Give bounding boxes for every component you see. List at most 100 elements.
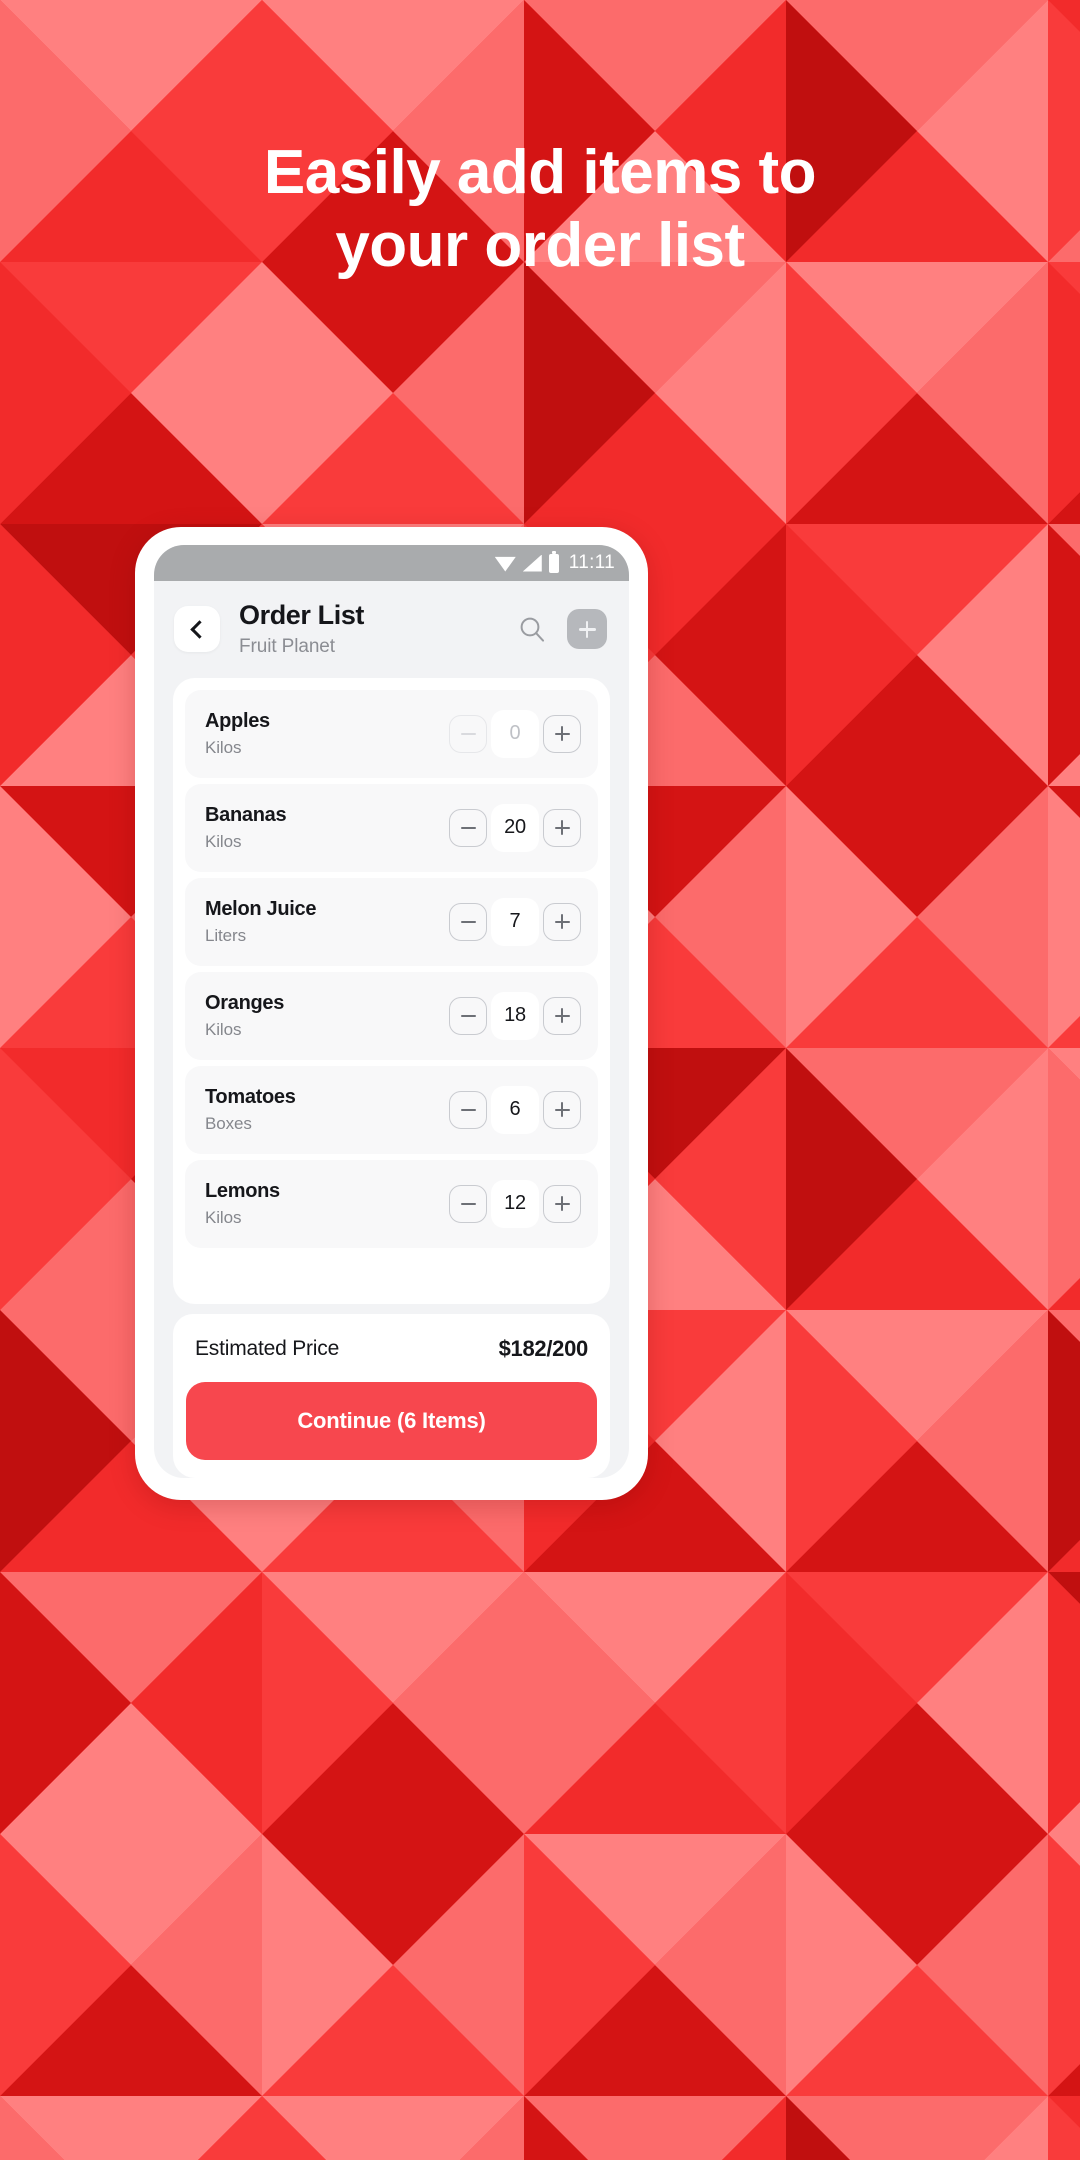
decrement-button[interactable]	[449, 1090, 487, 1129]
bg-triangle	[1048, 2096, 1080, 2160]
bg-triangle	[655, 1310, 786, 1572]
bg-triangle	[131, 262, 262, 524]
bg-triangle	[262, 262, 393, 524]
search-icon	[520, 617, 544, 642]
decrement-button[interactable]	[449, 714, 487, 753]
page-subtitle: Fruit Planet	[239, 635, 335, 657]
quantity-value[interactable]: 6	[491, 1085, 539, 1134]
bg-triangle	[655, 2096, 786, 2160]
bg-triangle	[1048, 1572, 1080, 1834]
bg-triangle	[917, 524, 1048, 786]
bg-triangle	[131, 2096, 262, 2160]
quantity-value[interactable]: 0	[491, 709, 539, 758]
bg-triangle	[0, 2096, 131, 2160]
quantity-value[interactable]: 18	[491, 991, 539, 1040]
bg-triangle	[786, 524, 917, 786]
increment-button[interactable]	[543, 1184, 581, 1223]
bg-triangle	[655, 524, 786, 786]
plus-icon-vertical	[560, 1102, 564, 1118]
bg-triangle	[786, 786, 917, 1048]
order-list-row[interactable]: Oranges Kilos 18	[185, 971, 598, 1060]
row-text: Melon Juice Liters	[205, 898, 449, 946]
item-name: Lemons	[205, 1179, 280, 1202]
quantity-stepper: 20	[449, 803, 581, 852]
item-name: Apples	[205, 709, 270, 732]
phone-mockup: 11:11 Order List Fruit Planet Apples Kilo	[135, 527, 648, 1500]
bg-triangle	[262, 2096, 393, 2160]
bg-triangle	[131, 1834, 262, 2096]
promo-headline: Easily add items to your order list	[0, 136, 1080, 282]
decrement-button[interactable]	[449, 996, 487, 1035]
row-text: Oranges Kilos	[205, 992, 449, 1040]
minus-icon	[460, 1202, 476, 1205]
quantity-stepper: 12	[449, 1179, 581, 1228]
quantity-value[interactable]: 20	[491, 803, 539, 852]
estimated-price-row: Estimated Price $182/200	[173, 1314, 610, 1382]
phone-screen: 11:11 Order List Fruit Planet Apples Kilo	[154, 545, 629, 1478]
headline-line-2: your order list	[335, 211, 745, 281]
increment-button[interactable]	[543, 714, 581, 753]
bg-triangle	[655, 1572, 786, 1834]
increment-button[interactable]	[543, 808, 581, 847]
order-list-row[interactable]: Melon Juice Liters 7	[185, 877, 598, 966]
add-item-button[interactable]	[567, 609, 607, 650]
decrement-button[interactable]	[449, 808, 487, 847]
status-bar-time: 11:11	[568, 552, 615, 573]
bg-triangle	[786, 1834, 917, 2096]
quantity-value[interactable]: 7	[491, 897, 539, 946]
bg-triangle	[1048, 524, 1080, 786]
quantity-stepper: 6	[449, 1085, 581, 1134]
bg-triangle	[786, 262, 917, 524]
back-button[interactable]	[174, 606, 220, 653]
bg-triangle	[655, 786, 786, 1048]
bg-triangle	[655, 1834, 786, 2096]
estimated-price-value: $182/200	[498, 1336, 589, 1361]
row-text: Lemons Kilos	[205, 1180, 449, 1228]
decrement-button[interactable]	[449, 1184, 487, 1223]
bg-triangle	[917, 1834, 1048, 2096]
bg-triangle	[131, 1572, 262, 1834]
item-unit: Liters	[205, 925, 246, 945]
plus-icon-vertical	[585, 620, 589, 638]
decrement-button[interactable]	[449, 902, 487, 941]
bg-triangle	[0, 1834, 131, 2096]
item-name: Bananas	[205, 803, 287, 826]
order-list-row[interactable]: Apples Kilos 0	[185, 689, 598, 778]
search-button[interactable]	[511, 608, 553, 650]
minus-icon	[460, 826, 476, 829]
bg-triangle	[393, 1834, 524, 2096]
bg-triangle	[0, 524, 131, 786]
bg-triangle	[393, 262, 524, 524]
increment-button[interactable]	[543, 902, 581, 941]
app-bar: Order List Fruit Planet	[154, 581, 629, 674]
increment-button[interactable]	[543, 1090, 581, 1129]
order-list-row[interactable]: Bananas Kilos 20	[185, 783, 598, 872]
quantity-value[interactable]: 12	[491, 1179, 539, 1228]
bg-triangle	[0, 1310, 131, 1572]
bg-triangle	[393, 2096, 524, 2160]
increment-button[interactable]	[543, 996, 581, 1035]
bg-triangle	[917, 1572, 1048, 1834]
bg-triangle	[917, 1048, 1048, 1310]
status-bar: 11:11	[154, 545, 629, 581]
order-list-row[interactable]: Lemons Kilos 12	[185, 1159, 598, 1248]
bg-triangle	[1048, 1048, 1080, 1310]
order-list-row[interactable]: Tomatoes Boxes 6	[185, 1065, 598, 1154]
item-unit: Kilos	[205, 737, 242, 757]
title-block: Order List Fruit Planet	[234, 600, 497, 658]
bg-triangle	[786, 2096, 917, 2160]
battery-icon	[548, 550, 559, 573]
order-footer: Estimated Price $182/200 Continue (6 Ite…	[173, 1314, 610, 1478]
bg-triangle	[0, 786, 131, 1048]
bg-triangle	[786, 1310, 917, 1572]
row-text: Bananas Kilos	[205, 804, 449, 852]
continue-button[interactable]: Continue (6 Items)	[186, 1382, 597, 1460]
bg-triangle	[1048, 1834, 1080, 2096]
signal-icon	[522, 554, 542, 572]
bg-triangle	[917, 2096, 1048, 2160]
bg-triangle	[0, 1572, 131, 1834]
item-unit: Kilos	[205, 1019, 242, 1039]
item-name: Melon Juice	[205, 897, 317, 920]
item-unit: Kilos	[205, 831, 242, 851]
quantity-stepper: 18	[449, 991, 581, 1040]
